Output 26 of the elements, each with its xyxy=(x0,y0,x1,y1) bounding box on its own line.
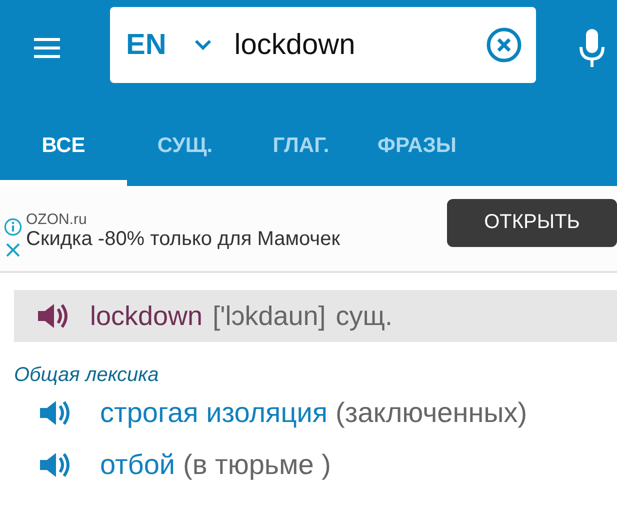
close-icon[interactable] xyxy=(5,242,21,258)
transcription: ['lɔkdaun] xyxy=(212,300,326,332)
clear-icon[interactable] xyxy=(486,27,522,63)
info-icon[interactable] xyxy=(4,218,22,236)
search-query: lockdown xyxy=(234,28,356,62)
translation-link[interactable]: отбой xyxy=(100,449,176,481)
microphone-icon[interactable] xyxy=(578,29,606,67)
speaker-icon[interactable] xyxy=(40,400,72,426)
tab[interactable]: СУЩ. xyxy=(127,114,243,186)
category-label: Общая лексика xyxy=(14,364,160,387)
open-button[interactable]: ОТКРЫТЬ xyxy=(447,198,617,246)
ad-text: Скидка -80% только для Мамочек xyxy=(26,228,341,250)
advertiser-name: OZON.ru xyxy=(26,210,88,228)
translation-note: (в тюрьме ) xyxy=(183,449,331,481)
menu-icon[interactable] xyxy=(34,38,60,58)
tab[interactable]: ФРАЗЫ xyxy=(359,114,475,186)
translation-link[interactable]: строгая изоляция xyxy=(100,397,328,429)
search-field[interactable]: EN lockdown xyxy=(110,7,536,83)
tab[interactable]: ГЛАГ. xyxy=(243,114,359,186)
speaker-icon[interactable] xyxy=(40,452,72,478)
chevron-icon[interactable] xyxy=(194,39,212,51)
part-of-speech: сущ. xyxy=(336,300,393,332)
headword: lockdown xyxy=(90,300,203,332)
language-selector[interactable]: EN xyxy=(126,28,166,62)
translation-note: (заключенных) xyxy=(336,397,528,429)
speaker-icon[interactable] xyxy=(38,303,70,329)
